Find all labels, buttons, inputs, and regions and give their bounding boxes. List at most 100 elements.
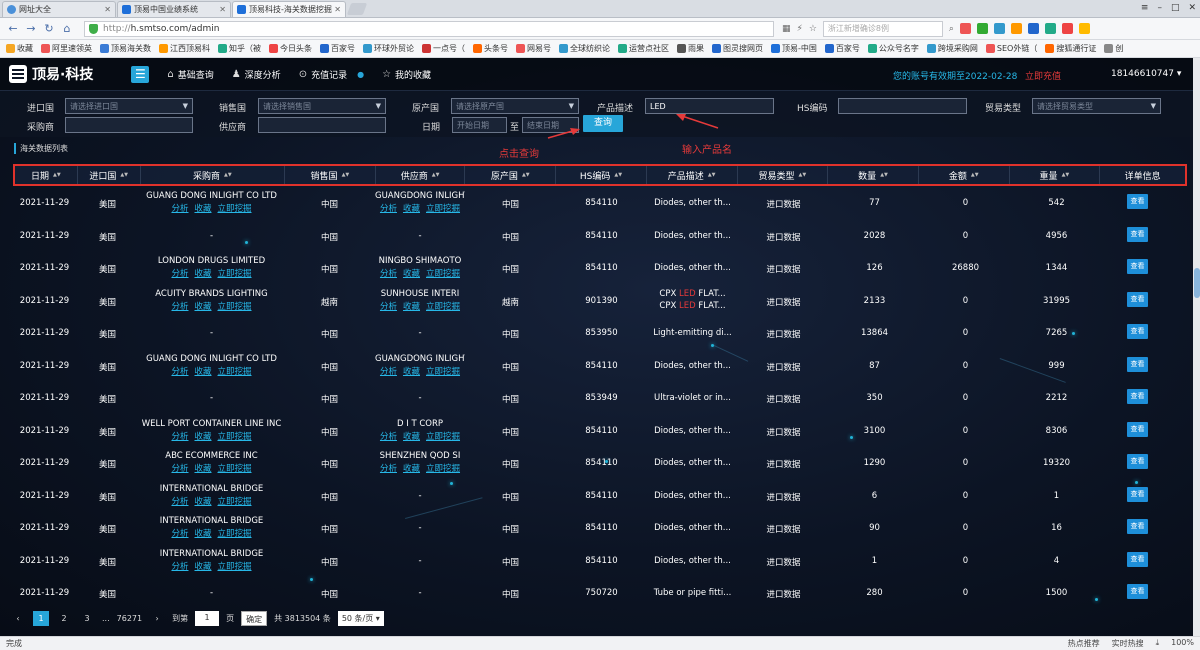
mine-link[interactable]: 立即挖掘 xyxy=(218,562,252,572)
cell-buyer[interactable]: ACUITY BRANDS LIGHTING xyxy=(139,289,284,299)
column-header[interactable]: 原产国 ▲▼ xyxy=(465,166,557,184)
browser-tab-1[interactable]: 网址大全 ✕ xyxy=(2,1,116,17)
bookmark-item[interactable]: 创 xyxy=(1104,43,1123,54)
column-header[interactable]: 重量 ▲▼ xyxy=(1010,166,1101,184)
close-icon[interactable]: ✕ xyxy=(219,5,226,14)
cell-supplier[interactable]: - xyxy=(375,328,465,338)
page-last[interactable]: 76271 xyxy=(117,611,142,626)
mine-link[interactable]: 立即挖掘 xyxy=(218,302,252,312)
goto-confirm-button[interactable]: 确定 xyxy=(241,611,268,626)
close-icon[interactable]: ✕ xyxy=(334,5,341,14)
nav-my-favorites[interactable]: ☆ 我的收藏 xyxy=(382,68,431,81)
new-tab-button[interactable] xyxy=(346,3,368,15)
cell-supplier[interactable]: NINGBO SHIMAOTO xyxy=(375,256,465,266)
favorite-link[interactable]: 收藏 xyxy=(194,367,211,377)
bookmark-item[interactable]: 今日头条 xyxy=(269,43,312,54)
column-header[interactable]: 销售国 ▲▼ xyxy=(285,166,376,184)
origin-country-select[interactable]: 请选择原产国 ▼ xyxy=(451,98,579,114)
view-details-button[interactable]: 查看 xyxy=(1127,551,1148,567)
sort-icon[interactable]: ▲▼ xyxy=(1062,172,1070,178)
star-icon[interactable]: ☆ xyxy=(809,24,817,34)
mine-link[interactable]: 立即挖掘 xyxy=(218,529,252,539)
column-header[interactable]: 采购商 ▲▼ xyxy=(141,166,286,184)
view-details-button[interactable]: 查看 xyxy=(1127,324,1148,339)
page-1[interactable]: 1 xyxy=(33,611,49,626)
cell-buyer[interactable]: INTERNATIONAL BRIDGE xyxy=(139,516,284,526)
cell-buyer[interactable]: INTERNATIONAL BRIDGE xyxy=(139,484,284,494)
favorite-link[interactable]: 收藏 xyxy=(403,204,420,214)
nav-deep-analysis[interactable]: ♟ 深度分析 xyxy=(232,68,281,81)
sort-icon[interactable]: ▲▼ xyxy=(120,172,128,178)
forward-icon[interactable]: → xyxy=(24,22,38,35)
page-3[interactable]: 3 xyxy=(79,611,95,626)
cell-supplier[interactable]: - xyxy=(375,523,465,533)
cell-buyer[interactable]: GUANG DONG INLIGHT CO LTD xyxy=(139,354,284,364)
extension-icon[interactable] xyxy=(1027,23,1039,34)
menu-toggle-button[interactable]: ☰ xyxy=(131,65,150,83)
end-date-input[interactable]: 结束日期 xyxy=(522,117,579,133)
mine-link[interactable]: 立即挖掘 xyxy=(426,432,460,442)
favorite-link[interactable]: 收藏 xyxy=(194,302,211,312)
mine-link[interactable]: 立即挖掘 xyxy=(426,464,460,474)
view-details-button[interactable]: 查看 xyxy=(1127,486,1148,502)
mine-link[interactable]: 立即挖掘 xyxy=(426,302,460,312)
extension-icon[interactable] xyxy=(1061,23,1073,34)
refresh-icon[interactable]: ↻ xyxy=(42,22,56,35)
cell-buyer[interactable]: INTERNATIONAL BRIDGE xyxy=(139,549,284,559)
sort-icon[interactable]: ▲▼ xyxy=(224,172,232,178)
download-icon[interactable]: ⤓ xyxy=(1156,638,1160,649)
bookmark-item[interactable]: SEO外链（ xyxy=(985,43,1037,54)
bookmark-item[interactable]: 跨境采购网 xyxy=(926,43,978,54)
view-details-button[interactable]: 查看 xyxy=(1127,454,1148,469)
mine-link[interactable]: 立即挖掘 xyxy=(426,367,460,377)
cell-supplier[interactable]: - xyxy=(375,393,465,403)
analyze-link[interactable]: 分析 xyxy=(171,204,188,214)
extension-icon[interactable] xyxy=(959,23,971,34)
favorite-link[interactable]: 收藏 xyxy=(194,204,211,214)
bookmark-item[interactable]: 运营点社区 xyxy=(618,43,669,54)
mine-link[interactable]: 立即挖掘 xyxy=(218,367,252,377)
mine-link[interactable]: 立即挖掘 xyxy=(218,204,252,214)
bookmark-item[interactable]: 图灵搜网页 xyxy=(712,43,763,54)
import-country-select[interactable]: 请选择进口国 ▼ xyxy=(65,98,193,114)
column-header[interactable]: 数量 ▲▼ xyxy=(828,166,919,184)
bookmark-item[interactable]: 百家号 xyxy=(824,43,860,54)
favorite-link[interactable]: 收藏 xyxy=(403,432,420,442)
next-page-button[interactable]: › xyxy=(149,611,165,626)
analyze-link[interactable]: 分析 xyxy=(380,204,397,214)
sort-icon[interactable]: ▲▼ xyxy=(342,172,350,178)
cell-supplier[interactable]: GUANGDONG INLIGHT xyxy=(375,354,465,364)
search-icon[interactable]: ⌕ xyxy=(949,24,954,34)
view-details-button[interactable]: 查看 xyxy=(1127,259,1148,274)
view-details-button[interactable]: 查看 xyxy=(1127,389,1148,404)
supplier-input[interactable] xyxy=(258,117,386,133)
view-details-button[interactable]: 查看 xyxy=(1127,226,1148,242)
minimize-icon[interactable]: – xyxy=(1157,3,1162,13)
analyze-link[interactable]: 分析 xyxy=(380,464,397,474)
cell-supplier[interactable]: - xyxy=(375,588,465,598)
bookmark-item[interactable]: 搜狐通行证 xyxy=(1045,43,1096,54)
close-icon[interactable]: ✕ xyxy=(104,5,111,14)
bookmark-item[interactable]: 江西顶易科 xyxy=(159,43,210,54)
favorite-link[interactable]: 收藏 xyxy=(194,432,211,442)
page-size-select[interactable]: 50 条/页 ▾ xyxy=(337,611,384,626)
view-details-button[interactable]: 查看 xyxy=(1127,584,1148,599)
column-header[interactable]: 金额 ▲▼ xyxy=(919,166,1010,184)
view-details-button[interactable]: 查看 xyxy=(1127,194,1148,209)
browser-tab-2[interactable]: 顶易中国业绩系统 ✕ xyxy=(117,1,231,17)
buyer-input[interactable] xyxy=(65,117,193,133)
analyze-link[interactable]: 分析 xyxy=(380,269,397,279)
bookmark-item[interactable]: 头条号 xyxy=(473,43,508,54)
analyze-link[interactable]: 分析 xyxy=(171,302,188,312)
bookmark-item[interactable]: 雨果 xyxy=(677,43,704,54)
favorite-link[interactable]: 收藏 xyxy=(403,367,420,377)
view-details-button[interactable]: 查看 xyxy=(1127,291,1148,307)
mine-link[interactable]: 立即挖掘 xyxy=(218,464,252,474)
analyze-link[interactable]: 分析 xyxy=(171,464,188,474)
cell-supplier[interactable]: - xyxy=(375,491,465,501)
extension-icon[interactable] xyxy=(976,23,988,34)
cell-buyer[interactable]: - xyxy=(139,231,284,241)
favorite-link[interactable]: 收藏 xyxy=(194,464,211,474)
bookmark-item[interactable]: 收藏 xyxy=(6,43,33,54)
favorite-link[interactable]: 收藏 xyxy=(194,497,211,507)
